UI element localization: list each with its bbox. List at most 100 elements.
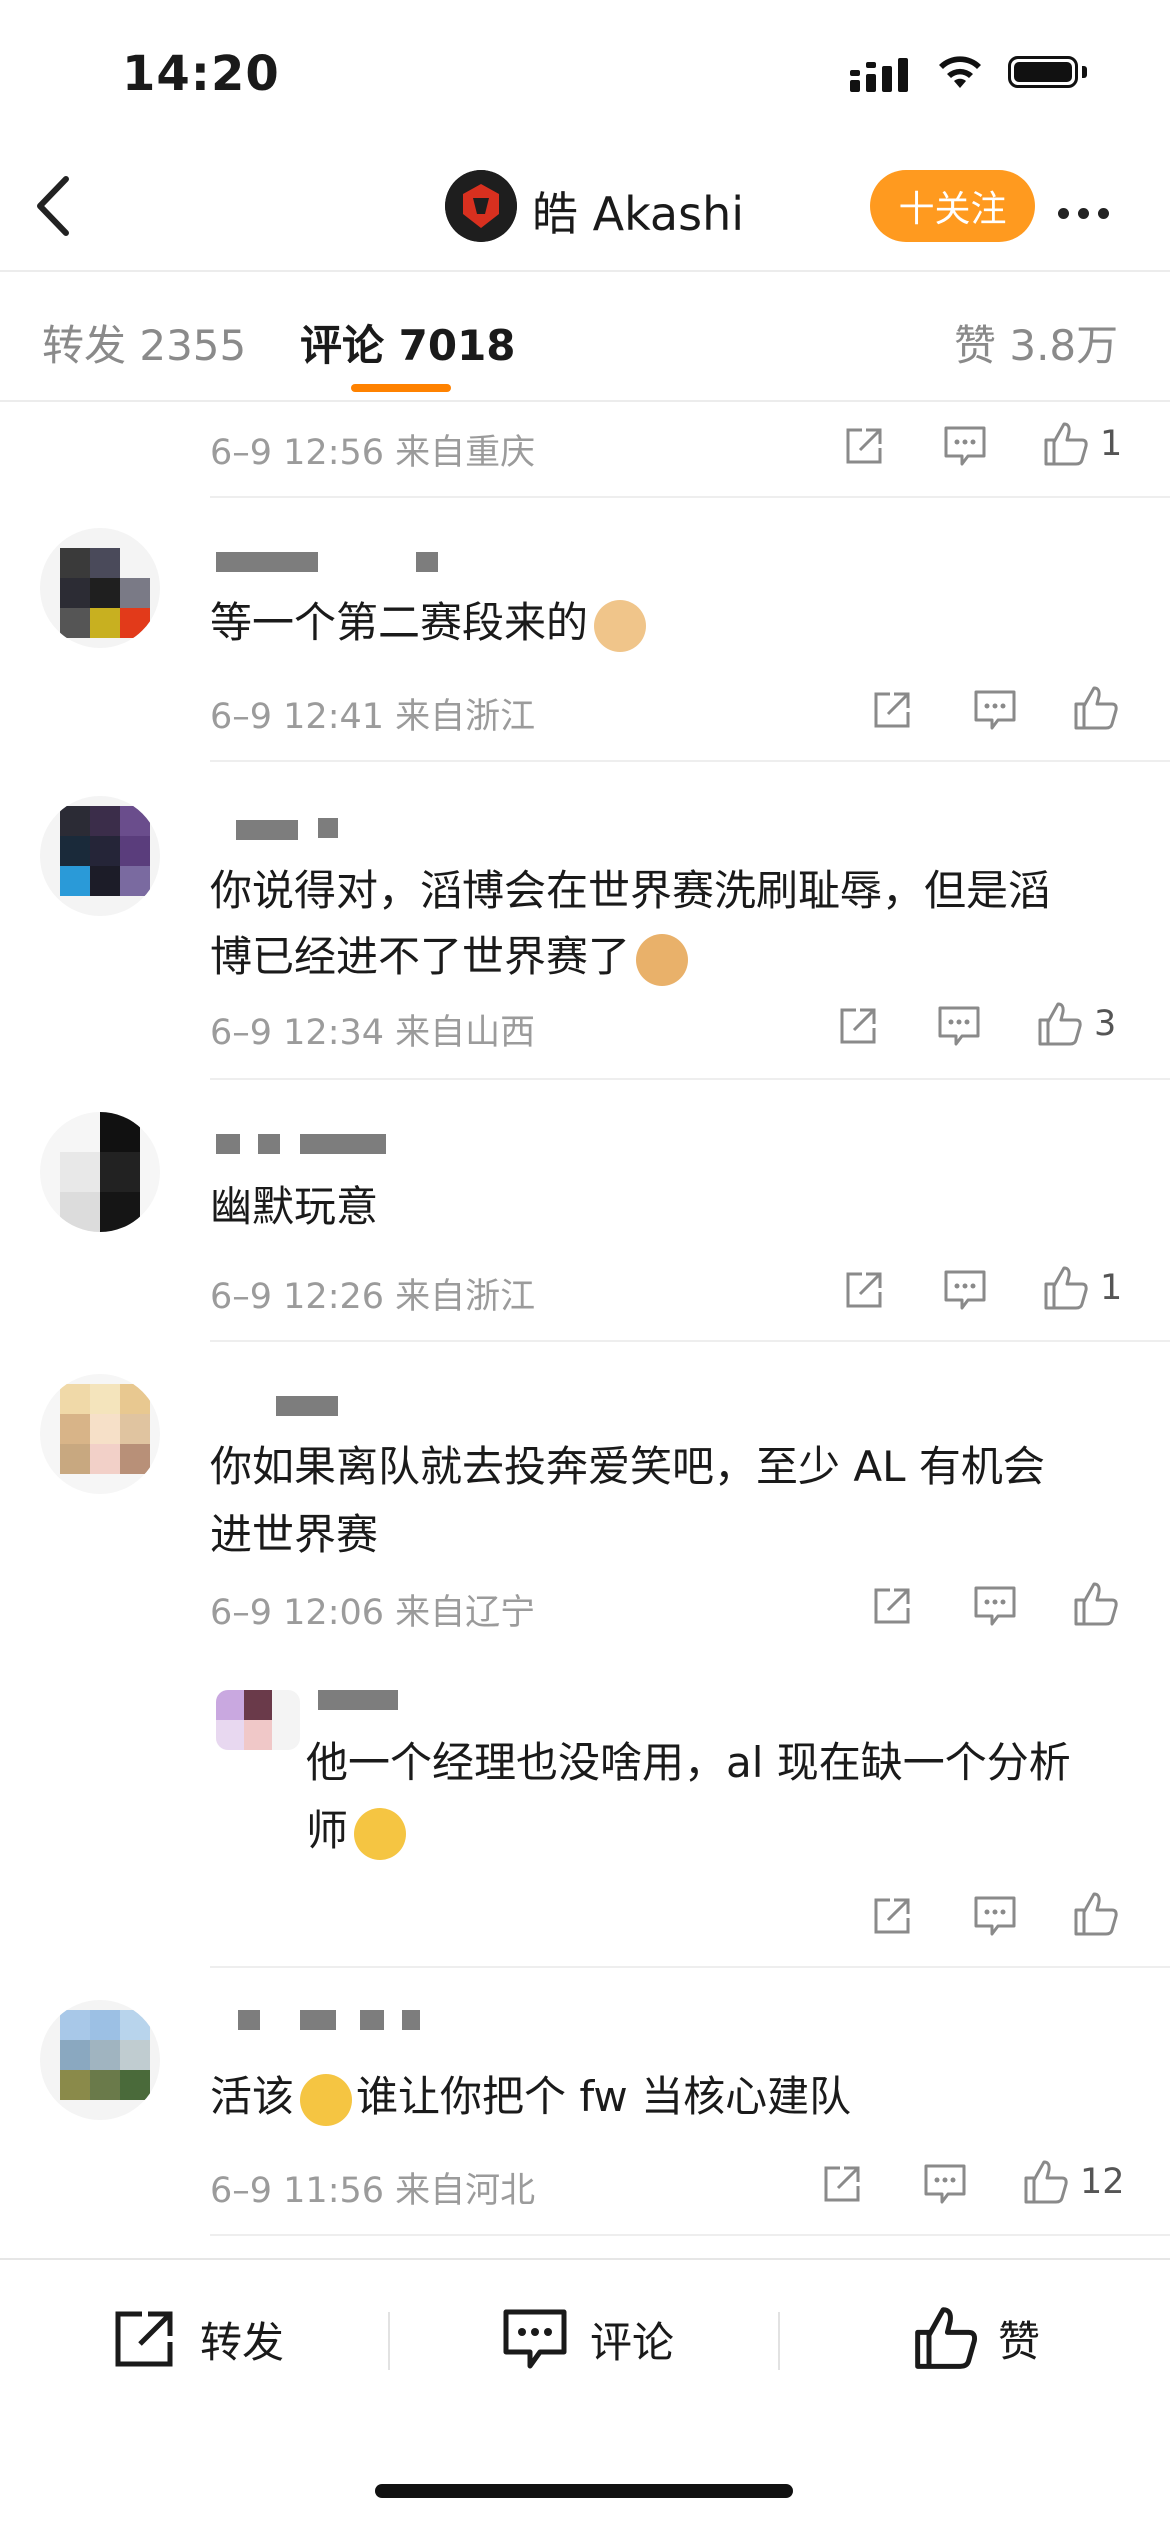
share-icon[interactable] bbox=[870, 1584, 914, 1628]
bottom-repost-button[interactable]: 转发 bbox=[112, 2308, 284, 2370]
like-icon bbox=[915, 2307, 978, 2369]
like-icon bbox=[1044, 1266, 1088, 1310]
like-button[interactable]: 3 bbox=[1036, 1000, 1116, 1048]
nav-divider bbox=[0, 270, 1170, 272]
share-icon[interactable] bbox=[836, 1004, 880, 1048]
like-button[interactable]: 12 bbox=[1022, 2158, 1125, 2206]
row-divider bbox=[210, 496, 1170, 498]
author-name[interactable]: 皓 Akashi bbox=[532, 178, 744, 244]
comment-text-line1: 你如果离队就去投奔爱笑吧，至少 AL 有机会 bbox=[210, 1442, 1045, 1491]
tab-comments[interactable]: 评论 7018 bbox=[300, 312, 516, 373]
username-blurred bbox=[416, 552, 438, 572]
doge-emoji bbox=[636, 933, 689, 986]
like-button[interactable]: 1 bbox=[1042, 1264, 1122, 1312]
cat-emoji bbox=[594, 599, 647, 652]
status-time: 14:20 bbox=[122, 46, 280, 102]
username-blurred[interactable] bbox=[238, 2010, 260, 2030]
share-icon[interactable] bbox=[870, 688, 914, 732]
like-icon[interactable] bbox=[1072, 1580, 1120, 1628]
wifi-icon bbox=[939, 56, 981, 88]
share-icon bbox=[115, 2311, 173, 2367]
username-blurred bbox=[300, 2010, 336, 2030]
follow-button[interactable]: 十关注 bbox=[870, 170, 1035, 242]
back-arrow-icon[interactable] bbox=[34, 175, 74, 237]
share-icon[interactable] bbox=[842, 424, 886, 468]
comment-meta: 6–9 12:56 来自重庆 bbox=[210, 433, 536, 473]
laugh-cry-emoji bbox=[354, 1807, 407, 1860]
row-divider bbox=[210, 1340, 1170, 1342]
username-blurred[interactable] bbox=[318, 1690, 398, 1710]
comment-text-line1: 你说得对，滔博会在世界赛洗刷耻辱，但是滔 bbox=[210, 866, 1051, 915]
share-icon[interactable] bbox=[870, 1894, 914, 1938]
like-count: 12 bbox=[1080, 2162, 1125, 2202]
like-count: 1 bbox=[1100, 1268, 1123, 1308]
battery-tip bbox=[1082, 66, 1087, 78]
username-blurred bbox=[318, 818, 338, 838]
reply-text-line2: 师 bbox=[306, 1796, 407, 1866]
comment-text: 活该 谁让你把个 fw 当核心建队 bbox=[210, 2062, 851, 2132]
signal-icon bbox=[850, 58, 908, 92]
username-blurred bbox=[402, 2010, 420, 2030]
username-blurred bbox=[360, 2010, 384, 2030]
like-icon bbox=[1044, 422, 1088, 466]
comment-meta: 6–9 11:56 来自河北 bbox=[210, 2171, 536, 2211]
like-icon[interactable] bbox=[1072, 1890, 1120, 1938]
comment-text-line2: 进世界赛 bbox=[210, 1510, 379, 1559]
laugh-cry-emoji bbox=[300, 2073, 353, 2126]
bottom-bar-divider bbox=[0, 2258, 1170, 2260]
bottom-separator bbox=[388, 2312, 390, 2370]
username-blurred bbox=[300, 1134, 386, 1154]
like-count: 1 bbox=[1100, 424, 1123, 464]
avatar[interactable] bbox=[40, 1374, 160, 1494]
tabs-divider bbox=[0, 400, 1170, 402]
author-logo bbox=[445, 170, 517, 242]
author-avatar[interactable] bbox=[445, 170, 517, 242]
bottom-like-button[interactable]: 赞 bbox=[912, 2304, 1040, 2372]
home-indicator[interactable] bbox=[375, 2484, 793, 2498]
username-blurred[interactable] bbox=[236, 820, 298, 840]
more-icon[interactable] bbox=[1058, 204, 1118, 223]
avatar[interactable] bbox=[40, 796, 160, 916]
row-divider bbox=[210, 760, 1170, 762]
comment-icon[interactable] bbox=[972, 1894, 1018, 1938]
comment-meta: 6–9 12:06 来自辽宁 bbox=[210, 1593, 536, 1633]
comment-meta: 6–9 12:41 来自浙江 bbox=[210, 697, 536, 737]
share-icon[interactable] bbox=[842, 1268, 886, 1312]
bottom-comment-button[interactable]: 评论 bbox=[502, 2308, 674, 2370]
comment-icon[interactable] bbox=[936, 1004, 982, 1048]
username-blurred[interactable] bbox=[216, 552, 318, 572]
bottom-separator bbox=[778, 2312, 780, 2370]
share-icon[interactable] bbox=[820, 2162, 864, 2206]
avatar[interactable] bbox=[40, 2000, 160, 2120]
active-tab-indicator bbox=[351, 384, 451, 392]
comment-icon[interactable] bbox=[972, 688, 1018, 732]
reply-text-line1: 他一个经理也没啥用，al 现在缺一个分析 bbox=[306, 1738, 1071, 1787]
like-count: 3 bbox=[1094, 1004, 1117, 1044]
comment-text-line2: 博已经进不了世界赛了 bbox=[210, 922, 689, 992]
tab-repost[interactable]: 转发 2355 bbox=[42, 312, 246, 373]
comment-icon[interactable] bbox=[942, 1268, 988, 1312]
reply-avatar[interactable] bbox=[216, 1690, 300, 1750]
username-blurred[interactable] bbox=[276, 1396, 338, 1416]
bottom-comment-label: 评论 bbox=[590, 2317, 675, 2367]
avatar[interactable] bbox=[40, 528, 160, 648]
comment-text: 幽默玩意 bbox=[210, 1182, 379, 1231]
username-blurred[interactable] bbox=[216, 1134, 240, 1154]
row-divider bbox=[210, 2234, 1170, 2236]
bottom-repost-label: 转发 bbox=[200, 2317, 285, 2367]
username-blurred bbox=[258, 1134, 280, 1154]
like-icon bbox=[1024, 2160, 1068, 2204]
comment-icon[interactable] bbox=[972, 1584, 1018, 1628]
comment-icon[interactable] bbox=[922, 2162, 968, 2206]
avatar[interactable] bbox=[40, 1112, 160, 1232]
tab-likes[interactable]: 赞 3.8万 bbox=[954, 312, 1118, 373]
comment-icon[interactable] bbox=[942, 424, 988, 468]
like-button[interactable]: 1 bbox=[1042, 420, 1122, 468]
row-divider bbox=[210, 1078, 1170, 1080]
row-divider bbox=[210, 1966, 1170, 1968]
battery-icon bbox=[1008, 56, 1078, 88]
comment-text: 等一个第二赛段来的 bbox=[210, 588, 647, 658]
like-icon[interactable] bbox=[1072, 684, 1120, 732]
comment-meta: 6–9 12:34 来自山西 bbox=[210, 1013, 536, 1053]
comment-meta: 6–9 12:26 来自浙江 bbox=[210, 1277, 536, 1317]
